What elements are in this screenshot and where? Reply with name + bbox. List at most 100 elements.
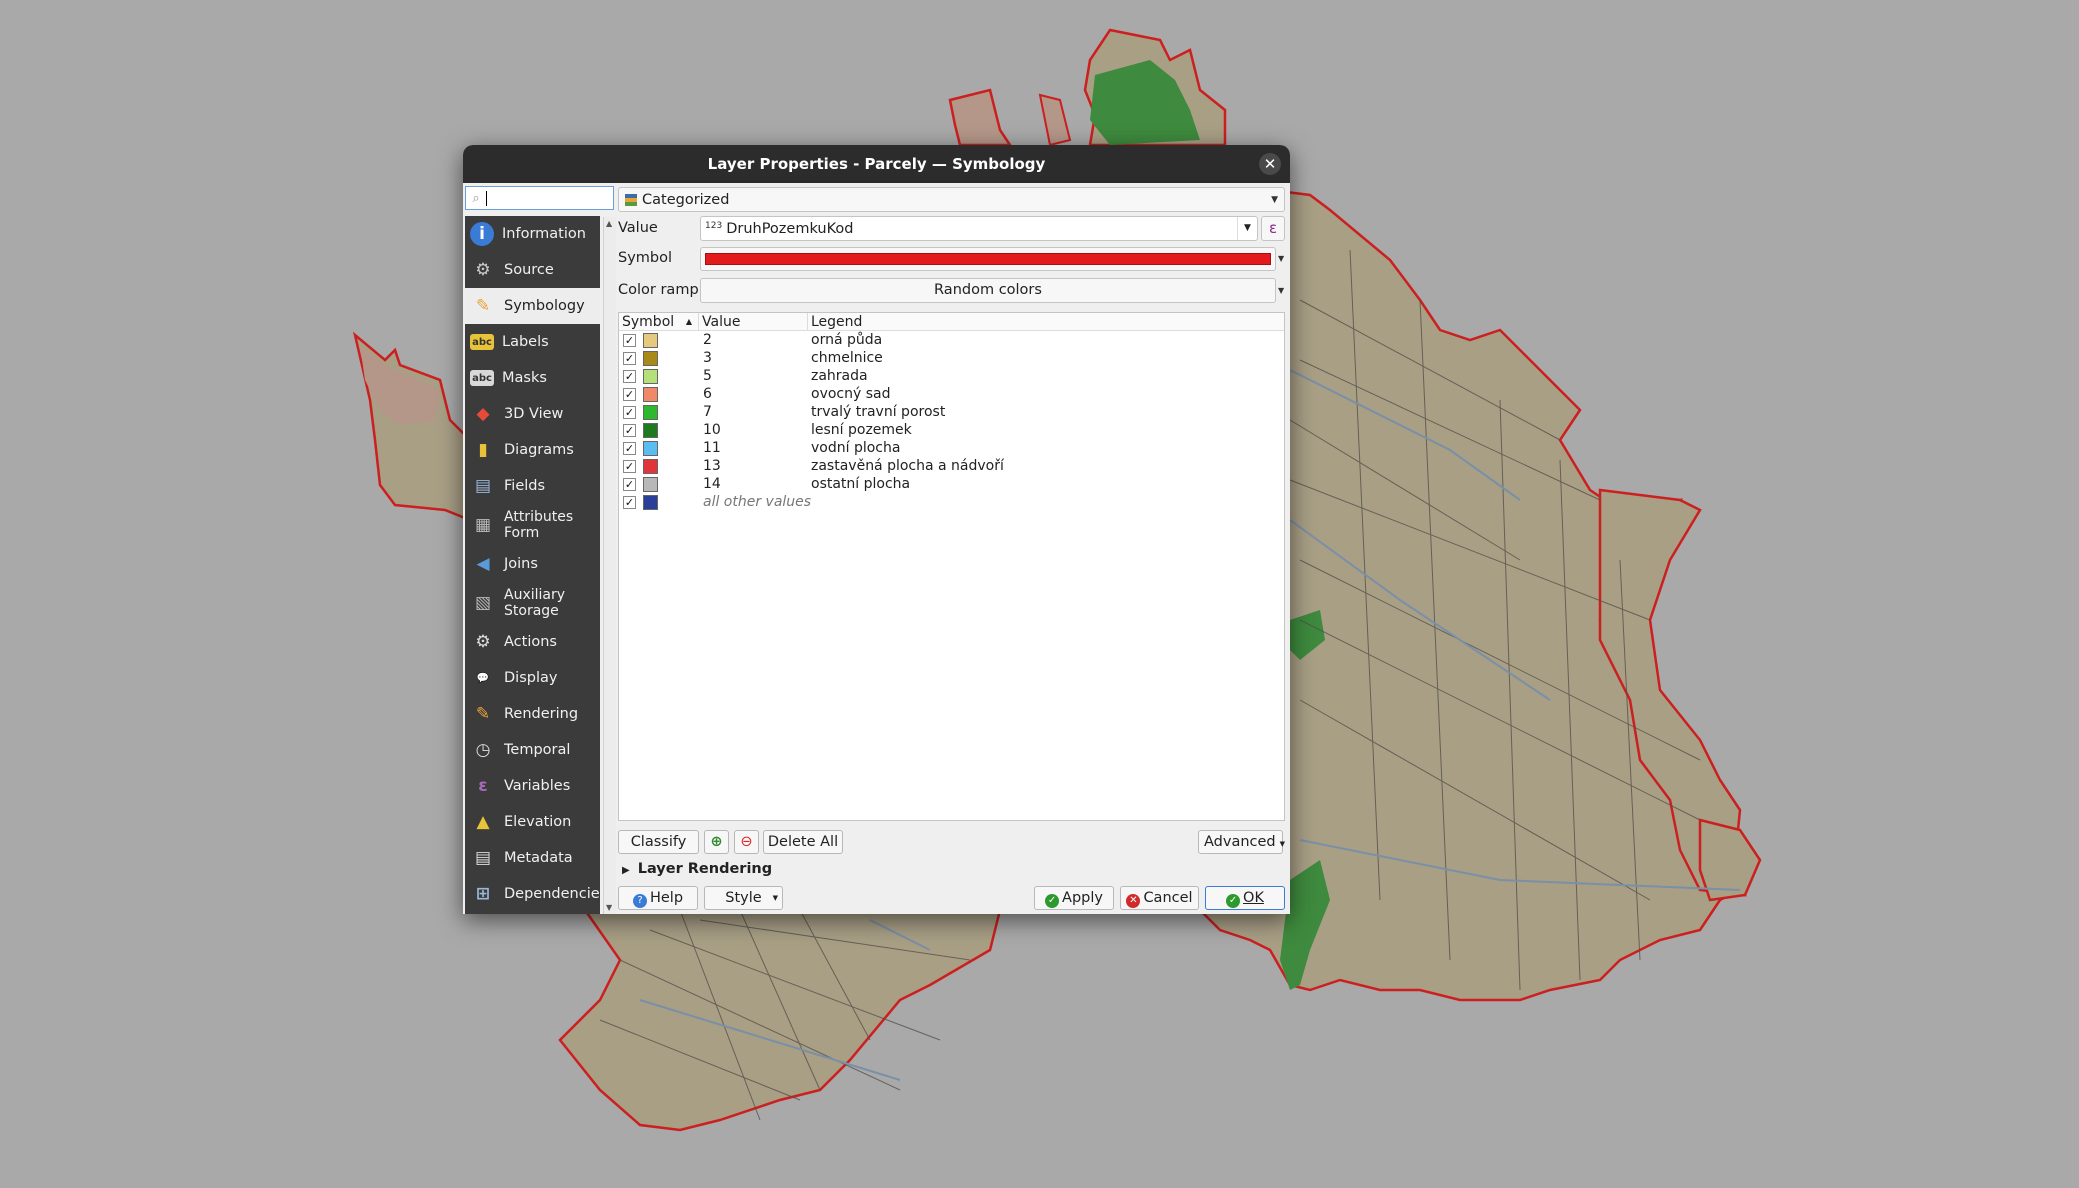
sidebar-scrollbar[interactable]: ▲ ▼ <box>603 217 616 914</box>
category-visibility-checkbox[interactable]: ✓ <box>623 495 636 509</box>
delete-all-button[interactable]: Delete All <box>763 830 843 854</box>
table-row[interactable]: ✓ 14 ostatní plocha <box>619 475 1284 493</box>
table-row[interactable]: ✓ all other values <box>619 493 1284 511</box>
sidebar-item-source[interactable]: ⚙ Source <box>465 252 600 288</box>
category-visibility-checkbox[interactable]: ✓ <box>623 405 636 419</box>
sidebar-item-label: Actions <box>504 634 557 650</box>
sidebar-item-joins[interactable]: ◀ Joins <box>465 546 600 582</box>
value-field-combo[interactable]: 123 DruhPozemkuKod ▼ <box>700 216 1258 241</box>
table-row[interactable]: ✓ 5 zahrada <box>619 367 1284 385</box>
sidebar-item-label: Auxiliary Storage <box>504 587 566 619</box>
classify-button[interactable]: Classify <box>618 830 699 854</box>
category-visibility-checkbox[interactable]: ✓ <box>623 369 636 383</box>
symbol-label: Symbol <box>618 250 673 266</box>
category-symbol-swatch[interactable] <box>643 440 658 456</box>
category-value: 3 <box>703 350 712 366</box>
sidebar-item-diagrams[interactable]: ▮ Diagrams <box>465 432 600 468</box>
add-category-button[interactable]: ⊕ <box>704 830 729 854</box>
search-icon: ⌕ <box>472 190 480 206</box>
chevron-down-icon[interactable]: ▼ <box>1237 217 1257 240</box>
sidebar-item-masks[interactable]: abc Masks <box>465 360 600 396</box>
category-symbol-swatch[interactable] <box>643 368 658 384</box>
table-row[interactable]: ✓ 11 vodní plocha <box>619 439 1284 457</box>
sidebar-item-label: Fields <box>504 478 546 494</box>
category-legend: zastavěná plocha a nádvoří <box>811 458 1004 474</box>
metadata-icon: ▤ <box>474 848 492 868</box>
sidebar-item-labels[interactable]: abc Labels <box>465 324 600 360</box>
column-header-legend[interactable]: Legend <box>808 313 1284 330</box>
scroll-up-icon[interactable]: ▲ <box>606 219 612 228</box>
style-button[interactable]: Style ▼ <box>704 886 783 910</box>
table-row[interactable]: ✓ 7 trvalý travní porost <box>619 403 1284 421</box>
category-value: 2 <box>703 332 712 348</box>
sidebar-item-temporal[interactable]: ◷ Temporal <box>465 732 600 768</box>
category-symbol-swatch[interactable] <box>643 476 658 492</box>
sidebar-search-input[interactable]: ⌕ <box>465 186 614 210</box>
advanced-label: Advanced <box>1204 834 1276 850</box>
symbol-button[interactable] <box>700 247 1276 271</box>
value-label: Value <box>618 220 658 236</box>
expression-button[interactable]: ε <box>1261 216 1285 241</box>
category-symbol-swatch[interactable] <box>643 332 658 348</box>
help-button[interactable]: ? Help <box>618 886 698 910</box>
help-label: Help <box>649 890 684 906</box>
table-row[interactable]: ✓ 3 chmelnice <box>619 349 1284 367</box>
category-symbol-swatch[interactable] <box>643 350 658 366</box>
sidebar-item-metadata[interactable]: ▤ Metadata <box>465 840 600 876</box>
category-value: 6 <box>703 386 712 402</box>
sidebar-item-fields[interactable]: ▤ Fields <box>465 468 600 504</box>
cancel-button[interactable]: ✕ Cancel <box>1120 886 1199 910</box>
symbol-menu-chevron-icon[interactable]: ▼ <box>1278 254 1288 263</box>
sidebar-item-information[interactable]: i Information <box>465 216 600 252</box>
sidebar-item-rendering[interactable]: ✎ Rendering <box>465 696 600 732</box>
apply-button[interactable]: ✓ Apply <box>1034 886 1114 910</box>
delete-category-button[interactable]: ⊖ <box>734 830 759 854</box>
sidebar-item-auxiliary-storage[interactable]: ▧ Auxiliary Storage <box>465 582 600 624</box>
sidebar-item-actions[interactable]: ⚙ Actions <box>465 624 600 660</box>
expand-arrow-icon[interactable]: ▶ <box>622 865 630 876</box>
advanced-button[interactable]: Advanced ▼ <box>1198 830 1285 854</box>
sidebar-item-dependencies[interactable]: ⊞ Dependencies <box>465 876 607 912</box>
renderer-type-select[interactable]: Categorized ▼ <box>618 187 1285 212</box>
category-visibility-checkbox[interactable]: ✓ <box>623 333 636 347</box>
category-value: 7 <box>703 404 712 420</box>
column-header-value[interactable]: Value <box>699 313 808 330</box>
sidebar-item-3d-view[interactable]: ◆ 3D View <box>465 396 600 432</box>
parcel-area-south <box>558 908 1002 1132</box>
category-symbol-swatch[interactable] <box>643 422 658 438</box>
category-visibility-checkbox[interactable]: ✓ <box>623 387 636 401</box>
color-ramp-chevron-icon[interactable]: ▼ <box>1278 286 1288 295</box>
category-symbol-swatch[interactable] <box>643 386 658 402</box>
scroll-down-icon[interactable]: ▼ <box>606 903 612 912</box>
table-row[interactable]: ✓ 2 orná půda <box>619 331 1284 349</box>
sidebar-item-elevation[interactable]: ▲ Elevation <box>465 804 600 840</box>
temporal-icon: ◷ <box>475 740 491 760</box>
category-visibility-checkbox[interactable]: ✓ <box>623 423 636 437</box>
category-visibility-checkbox[interactable]: ✓ <box>623 351 636 365</box>
category-symbol-swatch[interactable] <box>643 458 658 474</box>
sidebar-item-attributes-form[interactable]: ▦ Attributes Form <box>465 504 600 546</box>
dialog-titlebar[interactable]: Layer Properties - Parcely — Symbology ✕ <box>463 145 1290 183</box>
categories-table[interactable]: Symbol ▲ Value Legend ✓ 2 orná půda ✓ 3 chmeln… <box>618 312 1285 821</box>
ok-label: OK <box>1243 890 1264 906</box>
sidebar-item-label: Display <box>504 670 558 686</box>
sidebar-item-display[interactable]: 💬 Display <box>465 660 600 696</box>
close-button[interactable]: ✕ <box>1259 153 1281 175</box>
color-ramp-button[interactable]: Random colors <box>700 278 1276 303</box>
category-legend: chmelnice <box>811 350 883 366</box>
category-visibility-checkbox[interactable]: ✓ <box>623 477 636 491</box>
fields-icon: ▤ <box>474 476 492 496</box>
ok-button[interactable]: ✓ OK <box>1205 886 1285 910</box>
table-row[interactable]: ✓ 10 lesní pozemek <box>619 421 1284 439</box>
layer-rendering-group[interactable]: ▶ Layer Rendering <box>622 861 772 877</box>
sidebar-item-label: Attributes Form <box>504 509 574 541</box>
column-header-symbol[interactable]: Symbol ▲ <box>619 313 699 330</box>
table-row[interactable]: ✓ 6 ovocný sad <box>619 385 1284 403</box>
category-visibility-checkbox[interactable]: ✓ <box>623 441 636 455</box>
table-row[interactable]: ✓ 13 zastavěná plocha a nádvoří <box>619 457 1284 475</box>
sidebar-item-variables[interactable]: ε Variables <box>465 768 600 804</box>
sidebar-item-symbology[interactable]: ✎ Symbology <box>465 288 600 324</box>
category-visibility-checkbox[interactable]: ✓ <box>623 459 636 473</box>
category-symbol-swatch[interactable] <box>643 404 658 420</box>
category-symbol-swatch[interactable] <box>643 494 658 510</box>
